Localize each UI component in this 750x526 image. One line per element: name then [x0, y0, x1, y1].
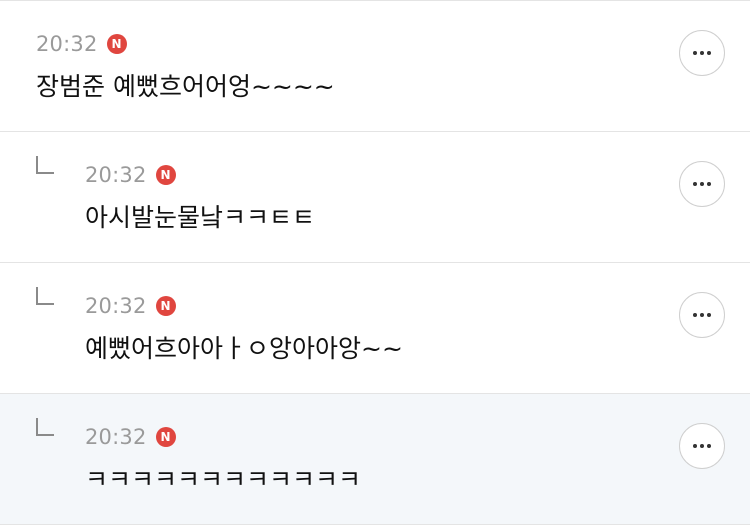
reply-arrow-icon	[36, 418, 54, 436]
comment-time: 20:32	[85, 163, 147, 187]
comment-time: 20:32	[85, 294, 147, 318]
new-badge-icon: N	[155, 427, 176, 447]
comment-list: 20:32 N 장범준 예뻤흐어어엉~~~~ 20:32 N 아시발눈물낰ㅋㅋㅌ…	[0, 0, 750, 526]
comment-time: 20:32	[36, 32, 98, 56]
more-options-icon	[693, 51, 697, 55]
more-options-icon	[693, 444, 697, 448]
new-badge-icon: N	[106, 34, 127, 54]
comment-meta: 20:32 N	[85, 424, 176, 450]
comment-text: 장범준 예뻤흐어어엉~~~~	[36, 72, 335, 101]
comment-item: 20:32 N 장범준 예뻤흐어어엉~~~~	[0, 1, 750, 132]
reply-item: 20:32 N ㅋㅋㅋㅋㅋㅋㅋㅋㅋㅋㅋㅋ	[0, 394, 750, 525]
new-badge-icon: N	[155, 296, 176, 316]
more-options-button[interactable]	[679, 30, 725, 76]
comment-meta: 20:32 N	[36, 31, 127, 57]
reply-item: 20:32 N 예뻤어흐아아ㅏㅇ앙아아앙~~	[0, 263, 750, 394]
more-options-button[interactable]	[679, 292, 725, 338]
reply-arrow-icon	[36, 287, 54, 305]
comment-time: 20:32	[85, 425, 147, 449]
comment-meta: 20:32 N	[85, 293, 176, 319]
more-options-icon	[693, 182, 697, 186]
reply-item: 20:32 N 아시발눈물낰ㅋㅋㅌㅌ	[0, 132, 750, 263]
comment-meta: 20:32 N	[85, 162, 176, 188]
new-badge-icon: N	[155, 165, 176, 185]
comment-text: 아시발눈물낰ㅋㅋㅌㅌ	[85, 203, 316, 232]
reply-arrow-icon	[36, 156, 54, 174]
comment-text: ㅋㅋㅋㅋㅋㅋㅋㅋㅋㅋㅋㅋ	[85, 465, 362, 494]
more-options-icon	[693, 313, 697, 317]
comment-text: 예뻤어흐아아ㅏㅇ앙아아앙~~	[85, 334, 403, 363]
more-options-button[interactable]	[679, 423, 725, 469]
more-options-button[interactable]	[679, 161, 725, 207]
